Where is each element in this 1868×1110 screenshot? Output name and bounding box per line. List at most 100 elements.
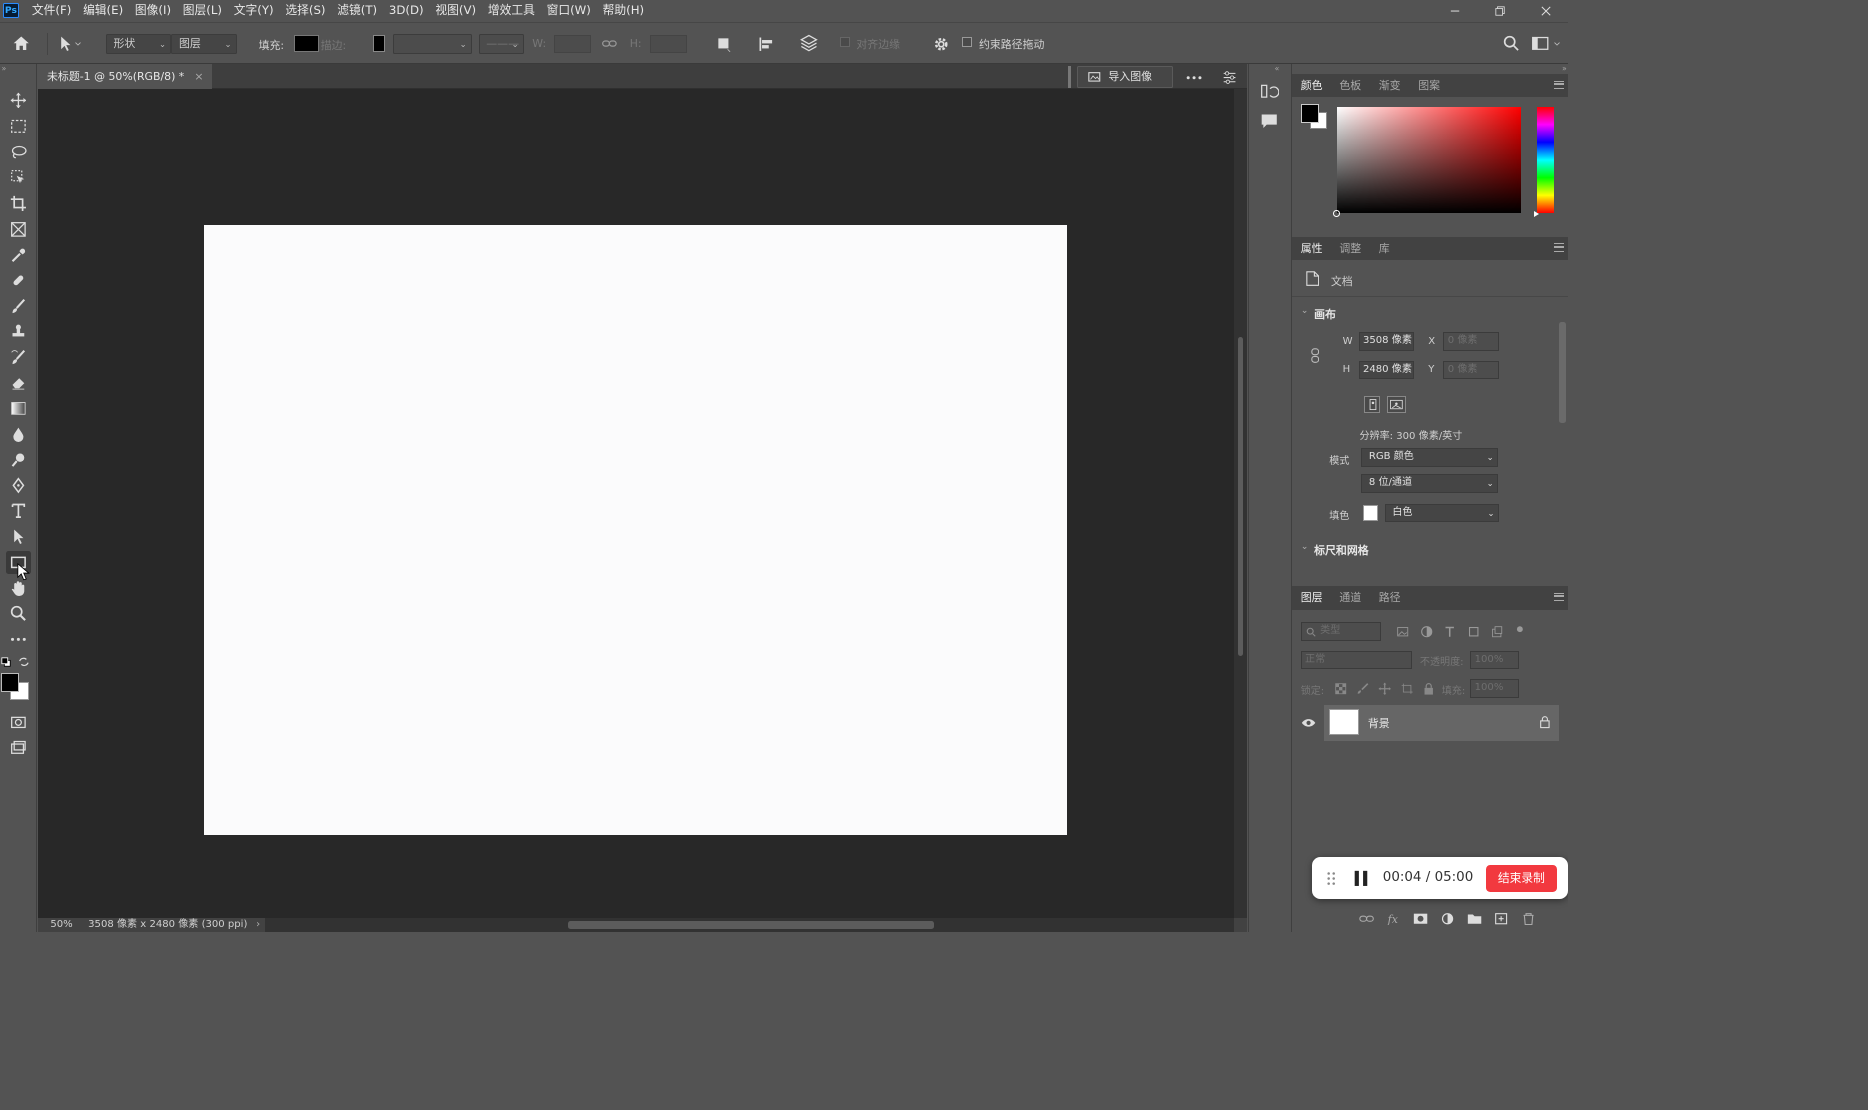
- bit-depth-select[interactable]: 8 位/通道 ⌄: [1361, 474, 1498, 493]
- default-colors-icon[interactable]: [1, 656, 11, 667]
- minimize-icon[interactable]: [1432, 0, 1477, 22]
- horizontal-scrollbar[interactable]: [265, 917, 1235, 932]
- color-picker-marker[interactable]: [1333, 209, 1341, 217]
- restore-icon[interactable]: [1478, 0, 1523, 22]
- rulers-grids-section-title[interactable]: 标尺和网格: [1314, 542, 1369, 558]
- lock-all-icon[interactable]: [1422, 682, 1435, 695]
- pause-icon[interactable]: [1353, 870, 1370, 887]
- hand-tool-icon[interactable]: [6, 577, 31, 601]
- tab-patterns[interactable]: 图案: [1418, 74, 1440, 98]
- fill-color-swatch[interactable]: [1362, 505, 1378, 521]
- tab-adjustments[interactable]: 调整: [1339, 237, 1361, 261]
- layer-row-background[interactable]: 背景: [1324, 705, 1560, 741]
- menu-layer[interactable]: 图层(L): [177, 0, 228, 22]
- menu-view[interactable]: 视图(V): [430, 0, 482, 22]
- stroke-width-field[interactable]: ⌄: [392, 33, 472, 54]
- vertical-scrollbar[interactable]: [1234, 88, 1247, 918]
- link-icon[interactable]: [601, 36, 618, 51]
- stroke-type-select[interactable]: ——— ⌄: [478, 33, 524, 54]
- brush-tool-icon[interactable]: [6, 295, 31, 319]
- tab-libraries[interactable]: 库: [1379, 237, 1390, 261]
- history-icon[interactable]: [1260, 82, 1279, 100]
- document-tab[interactable]: 未标题-1 @ 50%(RGB/8) * ×: [37, 63, 212, 89]
- canvas-section-title[interactable]: 画布: [1314, 306, 1336, 322]
- image-filter-icon[interactable]: [1396, 625, 1409, 638]
- marquee-tool-icon[interactable]: [6, 114, 31, 138]
- tab-close-icon[interactable]: ×: [194, 64, 203, 89]
- document-canvas[interactable]: [204, 225, 1068, 836]
- path-arrangement-icon[interactable]: [798, 33, 820, 53]
- lock-position-icon[interactable]: [1378, 682, 1391, 695]
- lasso-tool-icon[interactable]: [6, 140, 31, 164]
- lock-artboard-icon[interactable]: [1400, 682, 1413, 695]
- layers-panel-menu-icon[interactable]: [1554, 592, 1565, 602]
- stamp-tool-icon[interactable]: [6, 320, 31, 344]
- eyedropper-tool-icon[interactable]: [6, 243, 31, 267]
- crop-tool-icon[interactable]: [6, 191, 31, 215]
- canvas-y-field[interactable]: 0 像素: [1443, 361, 1499, 380]
- canvas-section-chevron-icon[interactable]: ⌄: [1301, 305, 1309, 316]
- path-alignment-icon[interactable]: [757, 35, 775, 53]
- align-edges-checkbox[interactable]: [839, 37, 850, 48]
- menu-plugins[interactable]: 增效工具: [482, 0, 541, 22]
- height-field[interactable]: [649, 34, 687, 54]
- path-operations-icon[interactable]: [715, 35, 733, 53]
- width-field[interactable]: [554, 34, 592, 54]
- canvas-height-field[interactable]: 2480 像素: [1358, 361, 1415, 380]
- canvas-x-field[interactable]: 0 像素: [1443, 332, 1499, 351]
- vertical-scroll-thumb[interactable]: [1237, 336, 1244, 656]
- tab-properties[interactable]: 属性: [1301, 237, 1323, 261]
- quick-mask-icon[interactable]: [6, 710, 31, 734]
- swap-colors-icon[interactable]: [18, 656, 30, 668]
- foreground-color-swatch[interactable]: [0, 673, 20, 692]
- menu-window[interactable]: 窗口(W): [541, 0, 597, 22]
- path-select-tool-icon[interactable]: [57, 35, 82, 53]
- adjustment-layer-icon[interactable]: [1440, 912, 1455, 925]
- menu-type[interactable]: 文字(Y): [228, 0, 280, 22]
- blend-mode-select[interactable]: 正常: [1300, 650, 1412, 670]
- gradient-tool-icon[interactable]: [6, 396, 31, 420]
- history-brush-tool-icon[interactable]: [6, 346, 31, 370]
- tab-color[interactable]: 颜色: [1301, 74, 1323, 98]
- layer-mode-select[interactable]: 图层 ⌄: [171, 33, 237, 54]
- collapse-left-icon[interactable]: «: [1275, 64, 1280, 73]
- type-filter-icon[interactable]: [1443, 625, 1456, 638]
- hue-slider-marker[interactable]: [1534, 210, 1540, 217]
- fx-icon[interactable]: fx: [1386, 912, 1401, 926]
- delete-layer-icon[interactable]: [1521, 912, 1536, 925]
- stop-recording-button[interactable]: 结束录制: [1486, 864, 1557, 892]
- eye-icon[interactable]: [1301, 717, 1316, 729]
- landscape-orientation-icon[interactable]: [1387, 396, 1406, 414]
- search-icon[interactable]: [1503, 35, 1520, 52]
- menu-file[interactable]: 文件(F): [26, 0, 77, 22]
- healing-brush-tool-icon[interactable]: [6, 269, 31, 293]
- move-tool-icon[interactable]: [6, 89, 31, 113]
- adjustment-filter-icon[interactable]: [1420, 625, 1433, 638]
- tab-paths[interactable]: 路径: [1379, 586, 1401, 610]
- properties-scrollbar[interactable]: [1559, 306, 1566, 549]
- eraser-tool-icon[interactable]: [6, 371, 31, 395]
- gear-icon[interactable]: [932, 35, 950, 53]
- lock-transparent-icon[interactable]: [1334, 682, 1347, 695]
- menu-filter[interactable]: 滤镜(T): [331, 0, 383, 22]
- zoom-level[interactable]: 50%: [50, 918, 72, 932]
- layer-lock-icon[interactable]: [1539, 715, 1551, 729]
- collapse-right-icon[interactable]: »: [1562, 64, 1567, 73]
- smart-object-filter-icon[interactable]: [1490, 625, 1503, 638]
- comments-icon[interactable]: [1260, 112, 1278, 130]
- tab-layers[interactable]: 图层: [1301, 586, 1323, 610]
- chevron-right-icon[interactable]: ›: [256, 918, 260, 932]
- filter-toggle-icon[interactable]: [1514, 625, 1526, 637]
- layer-filter-select[interactable]: 类型: [1300, 622, 1382, 641]
- type-tool-icon[interactable]: [6, 499, 31, 523]
- blur-tool-icon[interactable]: [6, 422, 31, 446]
- tab-swatches[interactable]: 色板: [1339, 74, 1361, 98]
- tab-gradients[interactable]: 渐变: [1379, 74, 1401, 98]
- more-tools-icon[interactable]: [6, 628, 31, 652]
- color-picker-field[interactable]: [1333, 107, 1522, 217]
- menu-help[interactable]: 帮助(H): [597, 0, 650, 22]
- fill-color-select[interactable]: 白色 ⌄: [1384, 503, 1499, 523]
- color-foreground-swatch[interactable]: [1300, 104, 1320, 123]
- import-image-button[interactable]: 导入图像: [1077, 66, 1173, 89]
- new-group-icon[interactable]: [1467, 912, 1482, 925]
